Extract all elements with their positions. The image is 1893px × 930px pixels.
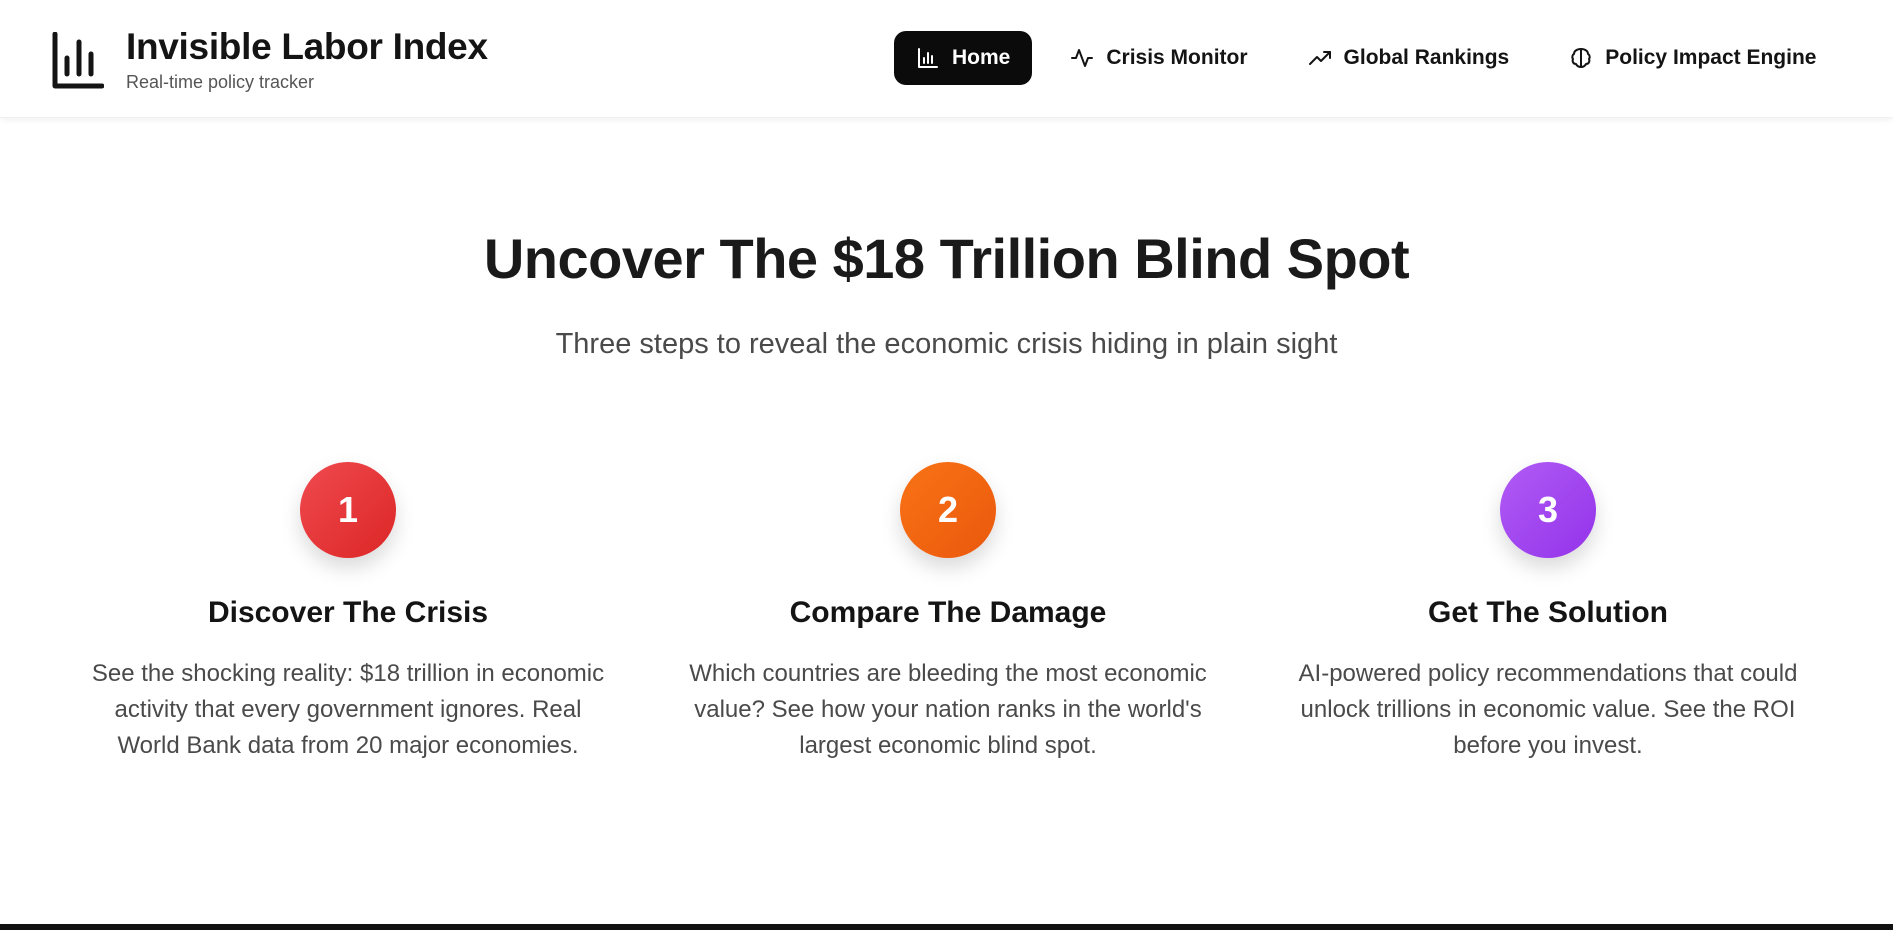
brain-icon: [1571, 48, 1591, 68]
bar-chart-icon: [918, 48, 938, 68]
brand-subtitle: Real-time policy tracker: [126, 72, 315, 92]
brand[interactable]: Invisible Labor Index Real-time policy t…: [52, 26, 488, 93]
nav-crisis-monitor-label: Crisis Monitor: [1106, 46, 1248, 69]
trending-up-icon: [1308, 51, 1331, 65]
nav-home-label: Home: [952, 46, 1011, 69]
bar-chart-icon: [52, 32, 104, 89]
nav-global-rankings[interactable]: Global Rankings: [1286, 31, 1532, 85]
step-number-badge: 1: [300, 462, 396, 558]
nav-policy-impact-engine-label: Policy Impact Engine: [1605, 46, 1817, 69]
footer-edge: [0, 924, 1893, 930]
step-solution: 3 Get The Solution AI-powered policy rec…: [1268, 462, 1828, 764]
step-title: Discover The Crisis: [207, 596, 489, 629]
hero-title: Uncover The $18 Trillion Blind Spot: [483, 227, 1410, 290]
nav-global-rankings-label: Global Rankings: [1343, 46, 1510, 69]
nav-home[interactable]: Home: [894, 31, 1033, 85]
main-nav: Home Crisis Monitor Global Rankings Poli…: [894, 31, 1854, 85]
brand-title: Invisible Labor Index: [126, 26, 488, 67]
step-description: AI-powered policy recommendations that c…: [1298, 660, 1798, 759]
nav-crisis-monitor[interactable]: Crisis Monitor: [1048, 31, 1269, 85]
activity-icon: [1071, 49, 1094, 67]
step-compare: 2 Compare The Damage Which countries are…: [668, 462, 1228, 764]
step-title: Get The Solution: [1428, 596, 1668, 629]
step-description: See the shocking reality: $18 trillion i…: [91, 660, 605, 759]
top-header: Invisible Labor Index Real-time policy t…: [0, 0, 1893, 118]
step-title: Compare The Damage: [789, 596, 1107, 629]
step-discover: 1 Discover The Crisis See the shocking r…: [68, 462, 628, 764]
step-description: Which countries are bleeding the most ec…: [689, 660, 1207, 759]
step-number-badge: 3: [1500, 462, 1596, 558]
hero-subtitle: Three steps to reveal the economic crisi…: [555, 328, 1338, 360]
nav-policy-impact-engine[interactable]: Policy Impact Engine: [1547, 31, 1838, 85]
step-number-badge: 2: [900, 462, 996, 558]
